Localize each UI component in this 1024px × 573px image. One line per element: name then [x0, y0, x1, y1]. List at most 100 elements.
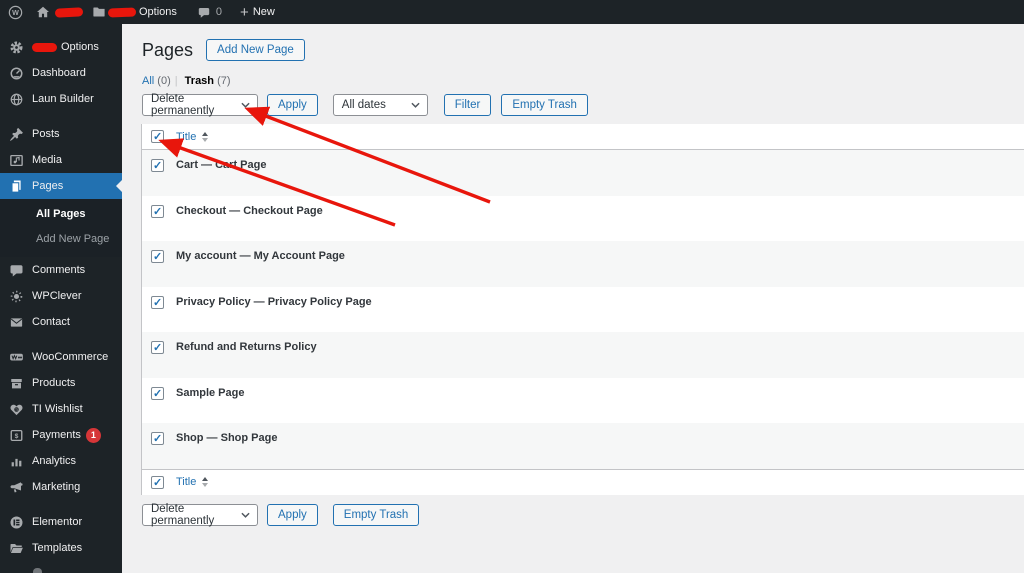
apply-button[interactable]: Apply — [267, 504, 318, 526]
comments-count[interactable]: 0 — [216, 6, 222, 18]
dashboard-icon — [9, 66, 24, 81]
bulk-action-select[interactable]: Delete permanently — [142, 93, 258, 117]
bar-chart-icon — [9, 454, 24, 469]
empty-trash-button[interactable]: Empty Trash — [332, 504, 420, 526]
comments-bubble-icon[interactable] — [197, 6, 211, 19]
admin-sidebar: Options Dashboard Laun Builder Posts Med… — [0, 24, 122, 573]
svg-text:$: $ — [15, 433, 19, 440]
sidebar-item-pages[interactable]: Pages — [0, 173, 122, 199]
sidebar-item-ti-wishlist[interactable]: TI TI Wishlist — [0, 396, 122, 422]
svg-text:TI: TI — [15, 408, 18, 412]
filter-button[interactable]: Filter — [443, 94, 492, 116]
lightbulb-rays-icon — [9, 289, 24, 304]
chevron-down-icon — [241, 512, 250, 518]
select-all-checkbox[interactable] — [151, 130, 164, 143]
redaction-scribble — [32, 42, 57, 52]
select-all-checkbox[interactable] — [151, 475, 164, 489]
redaction-scribble — [54, 6, 84, 18]
heart-icon: TI — [9, 402, 24, 417]
pages-submenu: All Pages Add New Page — [0, 199, 122, 257]
folder-open-icon — [9, 541, 24, 556]
sidebar-item-wpclever[interactable]: WPClever — [0, 283, 122, 309]
plus-icon[interactable]: + — [240, 4, 249, 21]
comment-icon — [9, 263, 24, 278]
redaction-scribble — [107, 7, 137, 17]
sidebar-subitem-all-pages[interactable]: All Pages — [0, 202, 122, 227]
home-icon[interactable] — [36, 5, 50, 19]
table-row[interactable]: Refund and Returns Policy — [142, 332, 1024, 378]
sidebar-item-analytics[interactable]: Analytics — [0, 448, 122, 474]
row-checkbox[interactable] — [151, 341, 164, 354]
globe-icon — [9, 92, 24, 107]
tablenav-bottom: Delete permanently Apply Empty Trash — [142, 503, 420, 527]
adminbar-new-menu[interactable]: New — [253, 6, 275, 18]
folder-icon[interactable] — [92, 5, 106, 19]
pages-icon — [9, 179, 24, 194]
dollar-box-icon: $ — [9, 428, 24, 443]
table-row[interactable]: Checkout — Checkout Page — [142, 195, 1024, 241]
page-row-title: Sample Page — [176, 386, 245, 399]
row-checkbox[interactable] — [151, 159, 164, 172]
page-title: Pages — [142, 39, 194, 60]
row-checkbox[interactable] — [151, 204, 164, 218]
adminbar-options-menu[interactable]: Options — [139, 6, 177, 18]
svg-text:W: W — [12, 9, 19, 17]
row-checkbox[interactable] — [151, 295, 164, 309]
chevron-down-icon — [241, 102, 250, 108]
envelope-icon — [9, 315, 24, 330]
view-all-link[interactable]: All — [142, 75, 154, 87]
partial-menu-icon — [33, 568, 42, 573]
page-row-title: My account — My Account Page — [176, 250, 345, 262]
chevron-down-icon — [411, 102, 420, 108]
view-trash-link[interactable]: Trash — [185, 75, 214, 87]
view-filter-links: All (0) | Trash (7) — [142, 75, 231, 87]
empty-trash-button[interactable]: Empty Trash — [501, 94, 588, 116]
title-column-header[interactable]: Title — [176, 131, 209, 143]
sort-icon — [202, 131, 209, 142]
table-row[interactable]: Privacy Policy — Privacy Policy Page — [142, 286, 1024, 332]
megaphone-icon — [9, 480, 24, 495]
date-filter-select[interactable]: All dates — [332, 94, 428, 116]
apply-button[interactable]: Apply — [267, 94, 318, 116]
archive-box-icon — [9, 376, 24, 391]
sidebar-item-marketing[interactable]: Marketing — [0, 474, 122, 500]
view-trash-count: (7) — [217, 75, 231, 87]
sidebar-item-dashboard[interactable]: Dashboard — [0, 60, 122, 86]
media-icon — [9, 153, 24, 168]
view-all-count: (0) — [157, 75, 171, 87]
table-row[interactable]: Sample Page — [142, 377, 1024, 423]
sidebar-item-options[interactable]: Options — [0, 34, 122, 60]
pages-list-screen: Pages Add New Page All (0) | Trash (7) De… — [122, 24, 1024, 573]
gear-icon — [9, 40, 24, 55]
row-checkbox[interactable] — [151, 432, 164, 445]
sidebar-item-posts[interactable]: Posts — [0, 121, 122, 147]
sidebar-subitem-add-new-page[interactable]: Add New Page — [0, 227, 122, 252]
sidebar-item-laun-builder[interactable]: Laun Builder — [0, 86, 122, 112]
admin-bar: W Options 0 + New — [0, 0, 1024, 24]
page-row-title: Shop — Shop Page — [176, 432, 278, 444]
sidebar-item-media[interactable]: Media — [0, 147, 122, 173]
sidebar-item-products[interactable]: Products — [0, 370, 122, 396]
bulk-action-select[interactable]: Delete permanently — [142, 503, 258, 527]
sidebar-item-contact[interactable]: Contact — [0, 309, 122, 335]
sidebar-item-comments[interactable]: Comments — [0, 257, 122, 283]
page-row-title: Cart — Cart Page — [176, 159, 267, 171]
add-new-page-button[interactable]: Add New Page — [206, 39, 305, 61]
row-checkbox[interactable] — [151, 386, 164, 400]
table-row[interactable]: Cart — Cart Page — [142, 150, 1024, 196]
table-row[interactable]: My account — My Account Page — [142, 241, 1024, 287]
sidebar-item-elementor[interactable]: Elementor — [0, 509, 122, 535]
sidebar-item-templates[interactable]: Templates — [0, 535, 122, 561]
sort-icon — [202, 477, 209, 487]
page-row-title: Refund and Returns Policy — [176, 341, 317, 353]
title-column-header[interactable]: Title — [176, 476, 209, 488]
row-checkbox[interactable] — [151, 250, 164, 263]
table-row[interactable]: Shop — Shop Page — [142, 423, 1024, 469]
table-footer-row: Title — [142, 468, 1024, 495]
payments-badge: 1 — [85, 427, 101, 443]
sidebar-item-payments[interactable]: $ Payments 1 — [0, 422, 122, 448]
sidebar-item-woocommerce[interactable]: WooCommerce — [0, 344, 122, 370]
elementor-icon — [9, 515, 24, 530]
pages-table: Title Cart — Cart Page Checkout — Checko… — [141, 124, 1024, 495]
wordpress-logo-icon[interactable]: W — [8, 5, 23, 20]
